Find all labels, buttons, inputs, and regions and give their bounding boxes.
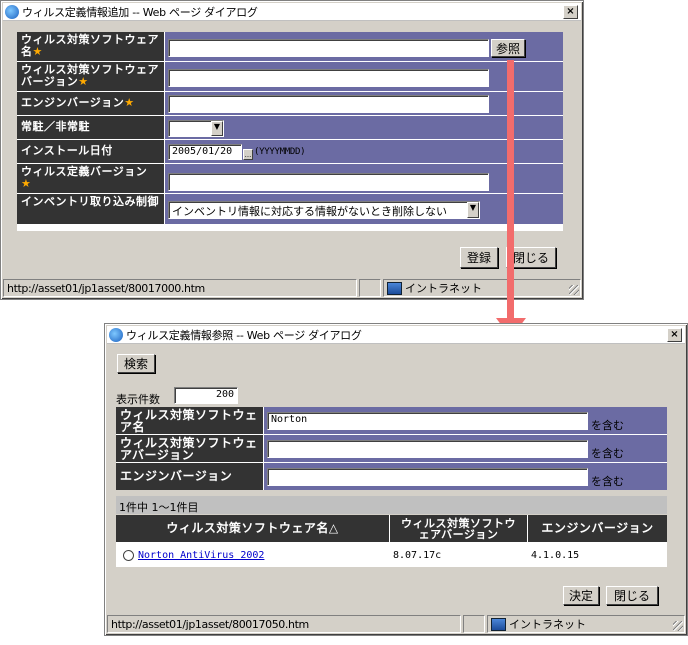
dialog2-zone-label: イントラネット <box>509 618 586 631</box>
software-name-link[interactable]: Norton AntiVirus 2002 <box>138 550 264 561</box>
engine-version-input[interactable] <box>168 95 489 113</box>
row-engine-version: エンジンバージョン★ <box>17 92 563 115</box>
row-install-date: インストール日付 2005/01/20 ... (YYYYMMDD) <box>17 140 563 163</box>
filter-suffix: を含む <box>591 447 624 460</box>
dialog1-form: ウィルス対策ソフトウェア名★ 参照 ウィルス対策ソフトウェアバージョン★ エンジ… <box>17 32 563 231</box>
definition-version-input[interactable] <box>168 173 489 191</box>
result-count-text: 1件中 1～1件目 <box>119 501 199 514</box>
cell-engine-version: 4.1.0.15 <box>528 543 667 567</box>
filter-software-name-input[interactable]: Norton <box>267 412 588 430</box>
view-virus-definition-dialog: ウィルス定義情報参照 -- Web ページ ダイアログ × 検索 表示件数 20… <box>104 323 688 636</box>
date-format-hint: (YYYYMMDD) <box>254 147 306 157</box>
dialog2-status-bar: http://asset01/jp1asset/80017050.htm イント… <box>107 615 685 633</box>
result-info-bar: 1件中 1～1件目 <box>116 496 667 514</box>
filter-table: ウィルス対策ソフトウェア名 Norton を含む ウィルス対策ソフトウェアバージ… <box>116 407 667 490</box>
ie-dialog-icon <box>5 4 19 19</box>
col-header-software-version[interactable]: ウィルス対策ソフトウェアバージョン <box>390 515 527 542</box>
required-star-icon: ★ <box>32 45 43 58</box>
intranet-zone-icon <box>491 617 506 631</box>
required-star-icon: ★ <box>78 75 89 88</box>
filter-engine-version-input[interactable] <box>267 468 588 486</box>
dialog2-title-bar[interactable]: ウィルス定義情報参照 -- Web ページ ダイアログ × <box>107 326 685 344</box>
software-name-input[interactable] <box>168 39 489 57</box>
count-label: 表示件数 <box>116 393 160 406</box>
label-software-version: ウィルス対策ソフトウェアバージョン <box>21 63 159 88</box>
filter-row-software-name: ウィルス対策ソフトウェア名 Norton を含む <box>116 407 667 434</box>
dialog1-zone-label: イントラネット <box>405 282 482 295</box>
result-table: ウィルス対策ソフトウェア名△ ウィルス対策ソフトウェアバージョン エンジンバージ… <box>116 515 667 567</box>
label-install-date: インストール日付 <box>21 144 113 157</box>
row-inventory-control: インベントリ取り込み制御 インベントリ情報に対応する情報がないとき削除しない ▼ <box>17 194 563 224</box>
flow-arrow-line <box>507 60 514 322</box>
ie-dialog-icon <box>109 327 123 342</box>
chevron-down-icon[interactable]: ▼ <box>467 202 479 218</box>
row-software-version: ウィルス対策ソフトウェアバージョン★ <box>17 62 563 91</box>
search-button[interactable]: 検索 <box>117 354 155 373</box>
dialog1-status-bar: http://asset01/jp1asset/80017000.htm イント… <box>3 279 581 297</box>
filter-software-version-input[interactable] <box>267 440 588 458</box>
label-engine-version: エンジンバージョン <box>21 96 125 109</box>
add-virus-definition-dialog: ウィルス定義情報追加 -- Web ページ ダイアログ × ウィルス対策ソフトウ… <box>0 0 584 300</box>
row-software-name: ウィルス対策ソフトウェア名★ 参照 <box>17 32 563 61</box>
filter-row-engine-version: エンジンバージョン を含む <box>116 463 667 490</box>
row-definition-version: ウィルス定義バージョン ★ <box>17 164 563 193</box>
table-row[interactable]: Norton AntiVirus 2002 <box>116 543 389 567</box>
dialog2-close-icon[interactable]: × <box>667 328 682 342</box>
filter-suffix: を含む <box>591 475 624 488</box>
row-select-radio[interactable] <box>123 549 134 561</box>
register-button[interactable]: 登録 <box>460 247 498 268</box>
required-star-icon: ★ <box>124 96 135 109</box>
dialog1-close-icon[interactable]: × <box>563 5 578 19</box>
chevron-down-icon[interactable]: ▼ <box>211 121 223 136</box>
dialog2-status-url: http://asset01/jp1asset/80017050.htm <box>107 615 461 633</box>
dialog2-status-zone: イントラネット <box>487 615 685 633</box>
browse-button[interactable]: 参照 <box>491 39 525 57</box>
label-definition-version: ウィルス定義バージョン <box>21 165 148 178</box>
calendar-button[interactable]: ... <box>243 149 253 160</box>
required-star-icon: ★ <box>21 177 32 190</box>
inventory-control-select[interactable]: インベントリ情報に対応する情報がないとき削除しない <box>168 201 480 219</box>
filter-label-engine-version: エンジンバージョン <box>116 463 263 490</box>
filter-suffix: を含む <box>591 419 624 432</box>
decide-button[interactable]: 決定 <box>563 586 599 605</box>
dialog2-title: ウィルス定義情報参照 -- Web ページ ダイアログ <box>126 328 362 342</box>
filter-row-software-version: ウィルス対策ソフトウェアバージョン を含む <box>116 435 667 462</box>
filter-label-software-version: ウィルス対策ソフトウェアバージョン <box>116 435 263 462</box>
label-resident: 常駐／非常駐 <box>21 120 90 133</box>
col-header-engine-version[interactable]: エンジンバージョン <box>528 515 667 542</box>
label-inventory-control: インベントリ取り込み制御 <box>21 195 159 208</box>
dialog1-status-url: http://asset01/jp1asset/80017000.htm <box>3 279 357 297</box>
count-input[interactable]: 200 <box>174 387 238 404</box>
dialog1-status-zone: イントラネット <box>383 279 581 297</box>
software-version-input[interactable] <box>168 69 489 87</box>
filter-label-software-name: ウィルス対策ソフトウェア名 <box>116 407 263 434</box>
dialog1-title: ウィルス定義情報追加 -- Web ページ ダイアログ <box>22 5 258 19</box>
dialog2-close-button[interactable]: 閉じる <box>606 586 658 605</box>
row-resident: 常駐／非常駐 ▼ <box>17 116 563 139</box>
install-date-input[interactable]: 2005/01/20 <box>168 144 242 160</box>
col-header-software-name[interactable]: ウィルス対策ソフトウェア名△ <box>116 515 389 542</box>
intranet-zone-icon <box>387 281 402 295</box>
resize-grip-icon[interactable] <box>673 621 683 631</box>
cell-software-version: 8.07.17c <box>390 543 527 567</box>
resize-grip-icon[interactable] <box>569 285 579 295</box>
dialog1-title-bar[interactable]: ウィルス定義情報追加 -- Web ページ ダイアログ × <box>3 3 581 21</box>
